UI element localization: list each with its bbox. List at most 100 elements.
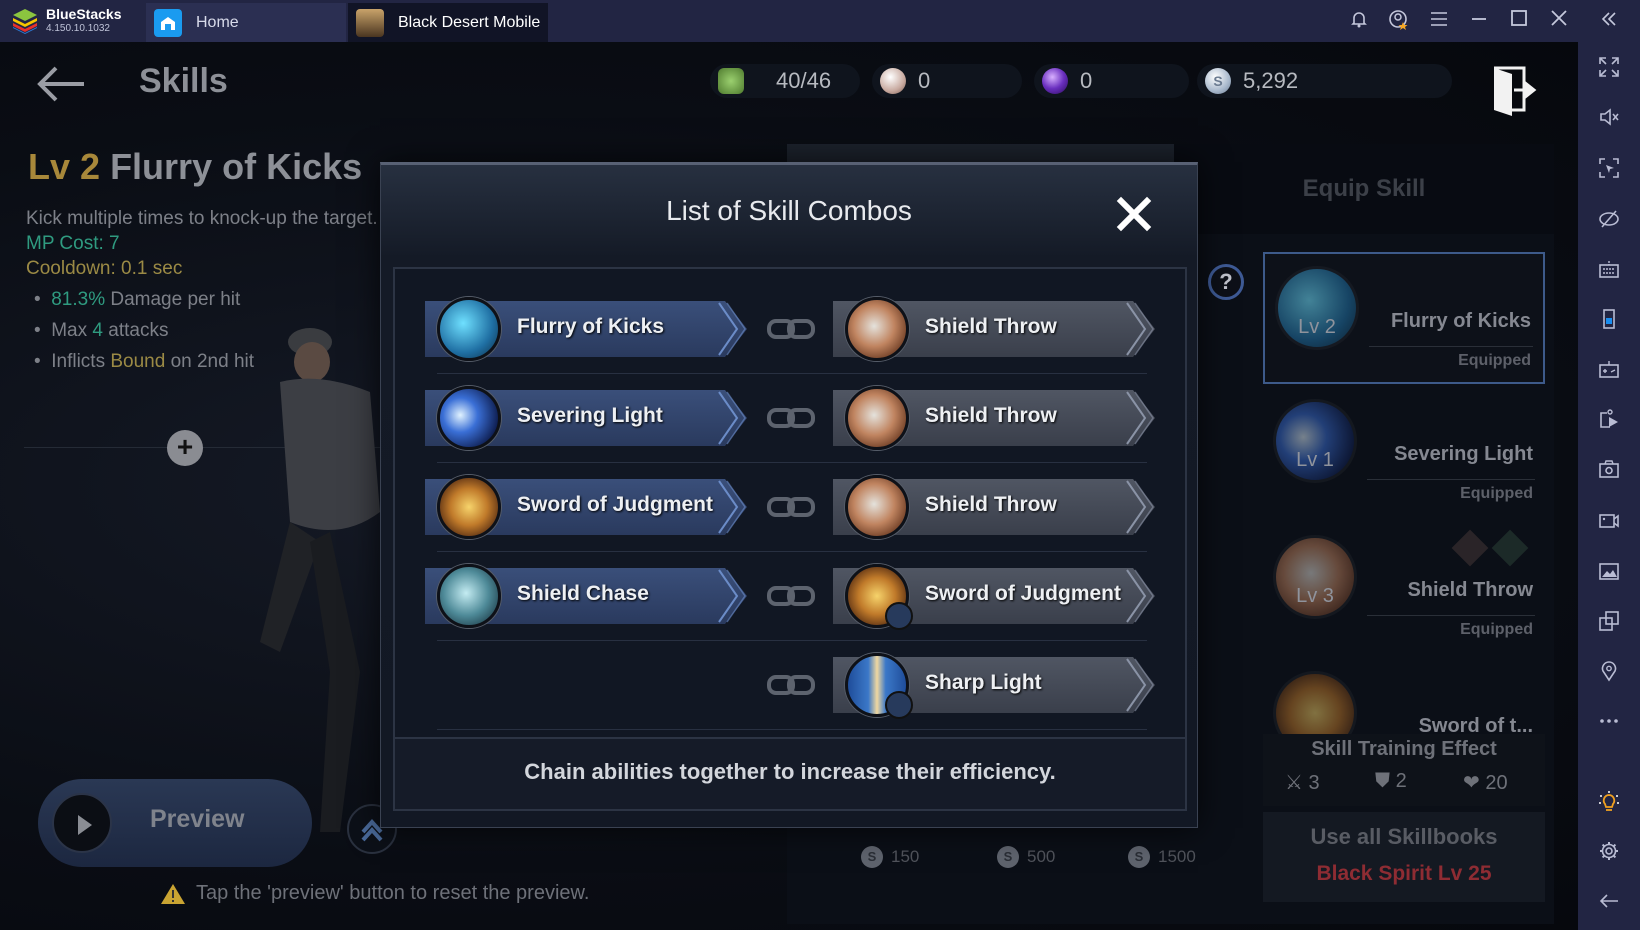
bullet-pre: Max	[51, 320, 93, 341]
tab-equip-skill[interactable]: Equip Skill	[1174, 144, 1554, 234]
chain-link-icon	[767, 497, 815, 517]
modal-footer-text: Chain abilities together to increase the…	[524, 759, 1056, 784]
media-folder-icon[interactable]	[1597, 560, 1621, 584]
macro-record-icon[interactable]	[1597, 408, 1621, 432]
combo-row: Sword of Judgment Shield Throw	[395, 463, 1185, 552]
location-icon[interactable]	[1597, 660, 1621, 684]
combo-to-skill[interactable]: Shield Throw	[833, 386, 1157, 450]
cost-value: 1500	[1158, 847, 1196, 866]
back-arrow-icon[interactable]	[34, 64, 88, 104]
tab-home[interactable]: Home	[146, 3, 346, 42]
equipped-skill-card[interactable]: Lv 1 Severing Light Equipped	[1263, 387, 1545, 519]
shield-chase-icon	[437, 564, 501, 628]
silver-coin-icon: S	[1205, 68, 1231, 94]
skill-mp-cost: MP Cost: 7	[26, 233, 120, 254]
chain-link-icon	[767, 675, 815, 695]
camera-icon[interactable]	[1597, 458, 1621, 482]
skill-heading: Lv 2 Flurry of Kicks	[28, 146, 362, 188]
equipped-skill-name: Shield Throw	[1407, 579, 1533, 601]
screen-select-icon[interactable]	[1597, 157, 1621, 181]
equipped-status: Equipped	[1460, 621, 1533, 638]
shield-throw-icon	[845, 475, 909, 539]
tab-black-desert-mobile[interactable]: Black Desert Mobile	[348, 3, 548, 42]
app-version: 4.150.10.1032	[46, 23, 110, 34]
minimize-icon[interactable]	[1467, 9, 1491, 33]
multi-instance-icon[interactable]	[1597, 610, 1621, 634]
account-star-icon[interactable]	[1387, 9, 1411, 33]
violet-gem-icon	[1042, 68, 1068, 94]
silver-value: 5,292	[1243, 68, 1299, 93]
settings-icon[interactable]	[1597, 840, 1621, 864]
combo-to-skill[interactable]: Shield Throw	[833, 297, 1157, 361]
bell-icon[interactable]	[1347, 9, 1371, 33]
combo-to-skill[interactable]: Sword of Judgment	[833, 564, 1157, 630]
maximize-icon[interactable]	[1507, 9, 1531, 33]
help-button[interactable]: ?	[1208, 264, 1244, 300]
back-icon[interactable]	[1597, 890, 1621, 914]
combo-from-label: Severing Light	[517, 404, 663, 427]
equipped-skill-card[interactable]: Sword of t...	[1263, 659, 1545, 734]
collapse-sidebar-icon[interactable]	[1597, 9, 1621, 33]
combo-from-label: Shield Chase	[517, 582, 649, 605]
eye-slash-icon[interactable]	[1597, 208, 1621, 232]
add-skill-button[interactable]: +	[167, 430, 203, 466]
tab-game-label: Black Desert Mobile	[398, 13, 541, 31]
crossed-swords-icon: ⚔	[1285, 772, 1303, 794]
violet-gem-value: 0	[1080, 68, 1093, 93]
page-title: Skills	[139, 62, 228, 100]
equipped-skill-level: Lv 3	[1296, 585, 1334, 607]
combo-from-skill[interactable]: Sword of Judgment	[425, 475, 749, 539]
skill-name: Flurry of Kicks	[110, 146, 363, 187]
mute-icon[interactable]	[1597, 106, 1621, 130]
heart-plus-icon: ❤	[1463, 772, 1480, 794]
modal-footer: Chain abilities together to increase the…	[393, 739, 1187, 811]
close-icon[interactable]	[1547, 9, 1571, 33]
silver-counter: S 5,292	[1197, 64, 1452, 98]
preview-button[interactable]: Preview	[38, 779, 312, 867]
menu-icon[interactable]	[1427, 9, 1451, 33]
bullet-text: attacks	[102, 320, 169, 341]
combo-from-label: Flurry of Kicks	[517, 315, 665, 338]
skill-combos-modal: List of Skill Combos Flurry of Kicks Shie…	[380, 162, 1198, 828]
shield-throw-icon	[845, 297, 909, 361]
pearl-value: 0	[918, 68, 931, 93]
keyboard-icon[interactable]	[1597, 258, 1621, 282]
equipped-skill-name: Sword of t...	[1418, 715, 1533, 734]
combo-list[interactable]: Flurry of Kicks Shield Throw Severing Ligh…	[393, 267, 1187, 739]
combo-to-skill[interactable]: Shield Throw	[833, 475, 1157, 539]
bluestacks-logo-icon	[13, 9, 37, 34]
exit-door-icon[interactable]	[1490, 64, 1540, 118]
equipped-skill-card[interactable]: Lv 3 Shield Throw Equipped	[1263, 523, 1545, 655]
shield-icon: ⛊	[1375, 770, 1390, 792]
portrait-icon[interactable]	[1597, 308, 1621, 332]
bullet-highlight: 4	[92, 320, 103, 341]
use-all-skillbooks-button[interactable]: Use all Skillbooks Black Spirit Lv 25	[1263, 812, 1545, 902]
combo-to-skill[interactable]: Sharp Light	[833, 653, 1157, 719]
gamepad-icon[interactable]	[1597, 358, 1621, 382]
fullscreen-icon[interactable]	[1597, 56, 1621, 80]
training-title: Skill Training Effect	[1311, 738, 1497, 760]
equipped-skill-name: Flurry of Kicks	[1390, 310, 1531, 332]
combo-from-skill[interactable]: Flurry of Kicks	[425, 297, 749, 361]
skill-rune-icon	[1451, 529, 1489, 567]
character-model	[260, 328, 380, 832]
energy-counter: 40/46	[710, 64, 860, 98]
combo-from-skill[interactable]: Shield Chase	[425, 564, 749, 628]
close-icon[interactable]	[1115, 195, 1153, 233]
skillbooks-requirement: Black Spirit Lv 25	[1316, 862, 1492, 885]
more-icon[interactable]	[1597, 710, 1621, 734]
skill-bullet: • Inflicts Bound on 2nd hit	[34, 351, 255, 372]
equipped-skill-card[interactable]: Lv 2 Flurry of Kicks Equipped	[1263, 252, 1545, 384]
shield-throw-icon	[845, 386, 909, 450]
video-record-icon[interactable]	[1597, 510, 1621, 534]
chain-link-icon	[767, 408, 815, 428]
combo-from-skill[interactable]: Severing Light	[425, 386, 749, 450]
cost-value: 150	[891, 847, 920, 866]
combo-to-label: Shield Throw	[925, 404, 1057, 427]
lightbulb-icon[interactable]	[1597, 790, 1621, 814]
sword-of-judgment-icon	[1273, 671, 1357, 734]
equipped-skill-level: Lv 2	[1298, 316, 1336, 338]
training-attack: ⚔ 3	[1285, 770, 1320, 795]
app-brand: BlueStacks	[46, 6, 122, 22]
bullet-text: Damage per hit	[105, 289, 241, 310]
